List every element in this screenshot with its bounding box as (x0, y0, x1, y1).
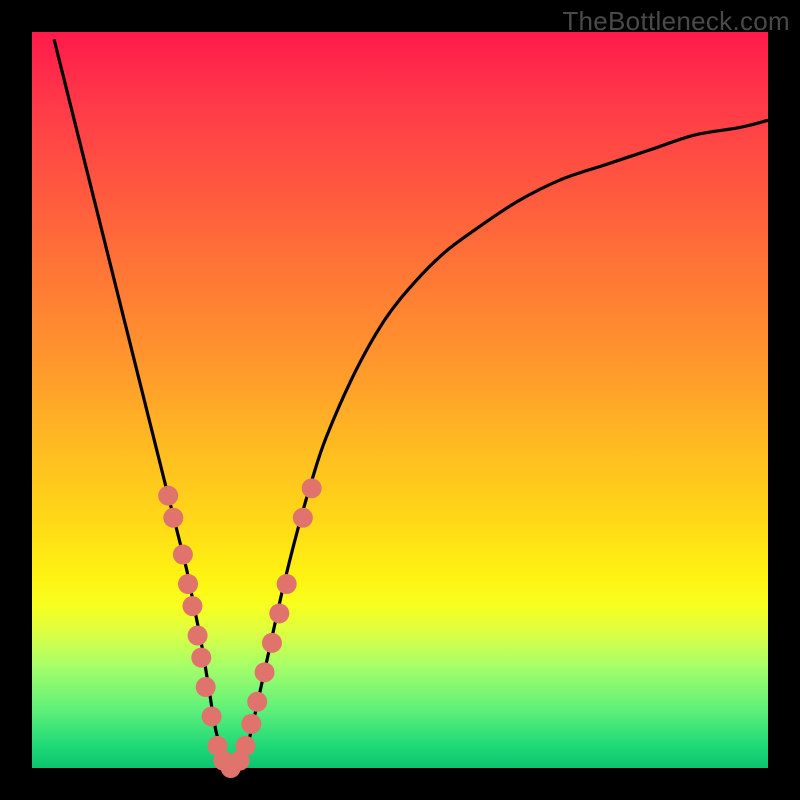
plot-svg (32, 32, 768, 768)
curve-marker (269, 603, 289, 623)
curve-markers (158, 478, 322, 778)
curve-marker (262, 633, 282, 653)
bottleneck-curve (54, 39, 768, 769)
curve-marker (247, 692, 267, 712)
curve-marker (188, 626, 208, 646)
curve-marker (178, 574, 198, 594)
curve-marker (191, 648, 211, 668)
watermark-text: TheBottleneck.com (562, 6, 790, 37)
chart-frame: TheBottleneck.com (0, 0, 800, 800)
curve-marker (277, 574, 297, 594)
curve-marker (182, 596, 202, 616)
curve-marker (293, 508, 313, 528)
curve-marker (302, 478, 322, 498)
curve-marker (196, 677, 216, 697)
curve-marker (202, 706, 222, 726)
curve-marker (235, 736, 255, 756)
curve-marker (241, 714, 261, 734)
curve-marker (163, 508, 183, 528)
curve-marker (173, 545, 193, 565)
curve-marker (255, 662, 275, 682)
curve-marker (158, 486, 178, 506)
